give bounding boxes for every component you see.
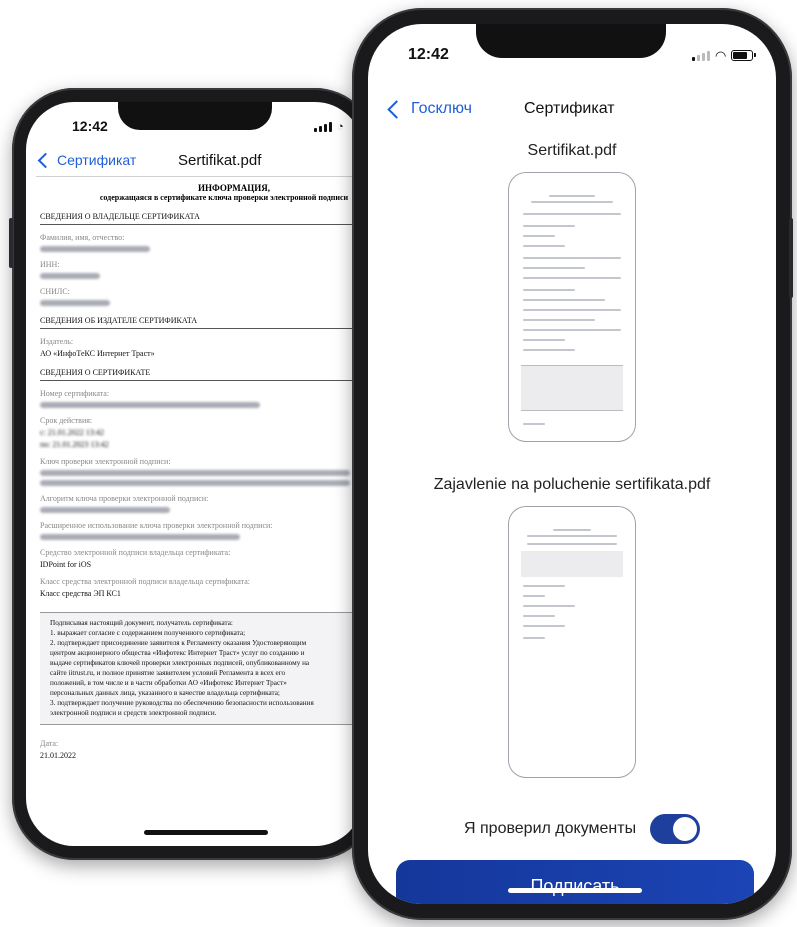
- doc-heading-2: содержащаяся в сертификате ключа проверк…: [99, 193, 349, 202]
- label-issuer: Издатель:: [40, 337, 74, 346]
- sign-button[interactable]: Подписать: [396, 860, 754, 904]
- back-phone-screen: 12:42 ◔ Сертификат Sertifikat.pdf ИНФОРМ…: [26, 102, 363, 846]
- chevron-left-icon: [387, 99, 406, 119]
- nav-title: Сертификат: [524, 100, 615, 117]
- redacted-value: [40, 470, 350, 476]
- label-tool: Средство электронной подписи владельца с…: [40, 548, 231, 557]
- notice-line: положений, в том числе и в части обработ…: [50, 679, 287, 687]
- toggle-knob: [673, 817, 697, 841]
- checkbox-label: Я проверил документы: [464, 820, 637, 837]
- document-view: ИНФОРМАЦИЯ, содержащаяся в сертификате к…: [36, 176, 363, 816]
- back-button-label: Сертификат: [57, 152, 137, 168]
- doc2-title: Zajavlenie na poluchenie sertifikata.pdf: [433, 476, 711, 493]
- home-indicator: [508, 888, 642, 893]
- label-snils: СНИЛС:: [40, 287, 70, 296]
- notice-line: центром акционерного общества «Инфотекс …: [50, 649, 305, 657]
- notice-line: электронной подписи и средств электронно…: [50, 709, 217, 717]
- doc2-thumbnail[interactable]: [508, 506, 636, 778]
- side-button: [9, 218, 13, 268]
- tool-value: IDPoint for iOS: [40, 560, 92, 569]
- confirm-toggle[interactable]: [650, 814, 700, 844]
- thumb-highlight: [521, 551, 623, 577]
- validity-from: с: 21.01.2022 13:42: [40, 428, 104, 437]
- redacted-value: [40, 246, 150, 252]
- label-date: Дата:: [40, 739, 59, 748]
- doc1-title: Sertifikat.pdf: [527, 142, 617, 159]
- notice-line: Подписывая настоящий документ, получател…: [50, 619, 233, 627]
- section-owner: СВЕДЕНИЯ О ВЛАДЕЛЬЦЕ СЕРТИФИКАТА: [40, 212, 363, 225]
- label-usage: Расширенное использование ключа проверки…: [40, 521, 273, 530]
- status-icons: ◠: [692, 47, 757, 63]
- signal-icon: [314, 122, 332, 132]
- notice-line: 3. подтверждает получение руководства по…: [50, 699, 314, 707]
- nav-title: Sertifikat.pdf: [178, 152, 262, 169]
- back-button-label: Госключ: [411, 100, 472, 117]
- validity-to: по: 21.01.2023 13:42: [40, 440, 109, 449]
- notice-box: Подписывая настоящий документ, получател…: [40, 612, 363, 725]
- redacted-value: [40, 273, 100, 279]
- status-time: 12:42: [72, 118, 108, 134]
- issuer-value: АО «ИнфоТеКС Интернет Траст»: [40, 349, 155, 358]
- section-cert: СВЕДЕНИЯ О СЕРТИФИКАТЕ: [40, 368, 363, 381]
- label-algorithm: Алгоритм ключа проверки электронной подп…: [40, 494, 209, 503]
- notice-line: 1. выражает согласие с содержанием получ…: [50, 629, 246, 637]
- class-value: Класс средства ЭП КС1: [40, 589, 121, 598]
- wifi-icon: ◔: [337, 121, 344, 133]
- label-number: Номер сертификата:: [40, 389, 110, 398]
- notch: [476, 24, 666, 58]
- home-indicator: [144, 830, 268, 835]
- label-validity: Срок действия:: [40, 416, 93, 425]
- power-button: [789, 218, 793, 298]
- doc-heading-1: ИНФОРМАЦИЯ,: [198, 183, 270, 193]
- date-value: 21.01.2022: [40, 751, 76, 760]
- chevron-left-icon: [37, 152, 54, 168]
- thumb-notice: [521, 365, 623, 411]
- notice-line: выдаче сертификатов ключей проверки элек…: [50, 659, 310, 667]
- status-icons: ◔: [314, 121, 344, 133]
- redacted-value: [40, 507, 170, 513]
- notice-line: персональных данных лица, указанного в к…: [50, 689, 280, 697]
- battery-icon: [731, 50, 757, 61]
- redacted-value: [40, 300, 110, 306]
- notice-line: 2. подтверждает присоединение заявителя …: [50, 639, 307, 647]
- section-issuer: СВЕДЕНИЯ ОБ ИЗДАТЕЛЕ СЕРТИФИКАТА: [40, 316, 363, 329]
- redacted-value: [40, 480, 350, 486]
- wifi-icon: ◠: [715, 47, 727, 63]
- signal-icon: [692, 50, 710, 61]
- label-inn: ИНН:: [40, 260, 60, 269]
- notch: [118, 102, 272, 130]
- sign-button-label: Подписать: [530, 875, 620, 896]
- label-class: Класс средства электронной подписи владе…: [40, 577, 251, 586]
- front-phone: 12:42 ◠ Госключ Сертификат Sertifikat.pd…: [352, 8, 793, 920]
- back-button[interactable]: Госключ: [387, 99, 472, 119]
- label-fio: Фамилия, имя, отчество:: [40, 233, 125, 242]
- redacted-value: [40, 402, 260, 408]
- front-phone-screen: 12:42 ◠ Госключ Сертификат Sertifikat.pd…: [368, 24, 776, 904]
- status-time: 12:42: [408, 46, 449, 63]
- label-key: Ключ проверки электронной подписи:: [40, 457, 171, 466]
- back-phone: 12:42 ◔ Сертификат Sertifikat.pdf ИНФОРМ…: [9, 88, 377, 860]
- notice-line: сайте iitrust.ru, и полное принятие заяв…: [50, 669, 286, 677]
- back-button[interactable]: Сертификат: [37, 152, 137, 168]
- redacted-value: [40, 534, 240, 540]
- doc1-thumbnail[interactable]: [508, 172, 636, 442]
